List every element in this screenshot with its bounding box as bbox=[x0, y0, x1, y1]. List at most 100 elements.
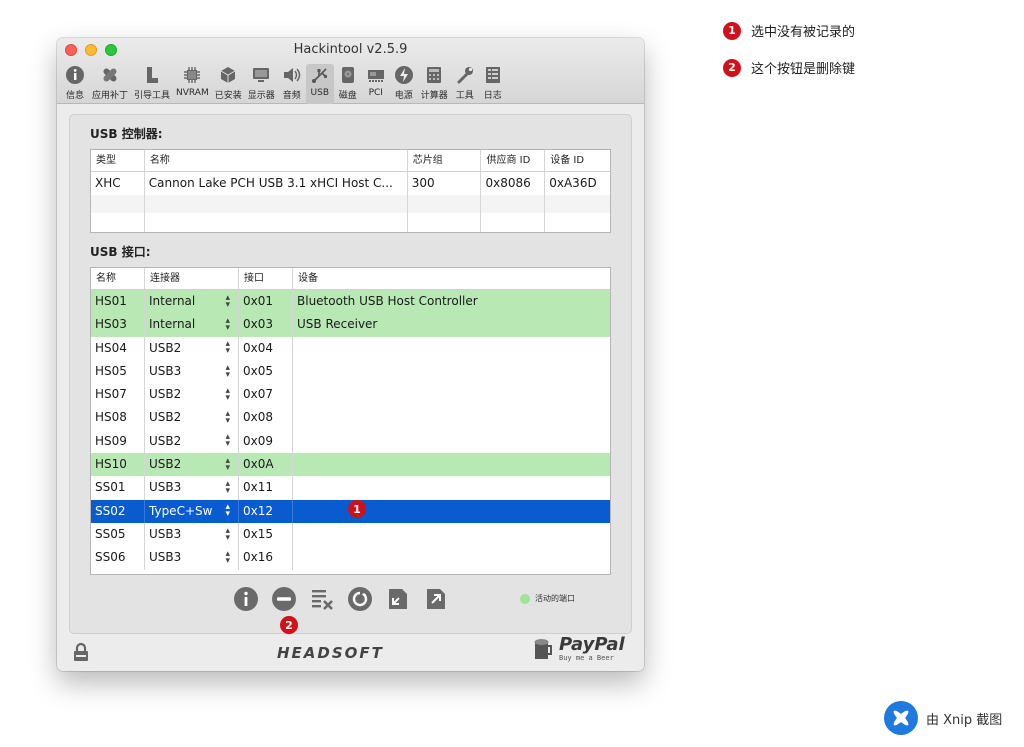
info-icon bbox=[64, 64, 86, 86]
refresh-icon bbox=[348, 587, 372, 611]
port-name: HS09 bbox=[91, 429, 145, 454]
tab-usb[interactable]: USB bbox=[305, 64, 334, 104]
port-address: 0x04 bbox=[239, 336, 293, 360]
port-device bbox=[293, 406, 610, 429]
table-row[interactable]: HS03 Internal ▴ ▾ 0x03 USB Receiver bbox=[91, 313, 610, 337]
column-header[interactable]: 连接器 bbox=[145, 268, 239, 289]
table-row[interactable]: XHC Cannon Lake PCH USB 3.1 xHCI Host C.… bbox=[91, 172, 610, 196]
connector-value: USB3 bbox=[149, 526, 182, 541]
connector-value: USB2 bbox=[149, 457, 182, 472]
tab-boot[interactable]: 引导工具 bbox=[131, 64, 173, 104]
connector-select[interactable]: TypeC+Sw ▴ ▾ bbox=[145, 499, 239, 523]
ports-header: 名称 连接器 接口 设备 bbox=[91, 268, 610, 290]
controllers-header: 类型 名称 芯片组 供应商 ID 设备 ID bbox=[91, 150, 610, 172]
connector-select[interactable]: USB2 ▴ ▾ bbox=[145, 406, 239, 430]
chevron-updown-icon: ▴ ▾ bbox=[225, 362, 230, 380]
table-row[interactable]: HS01 Internal ▴ ▾ 0x01 Bluetooth USB Host Con… bbox=[91, 290, 610, 314]
tab-pci[interactable]: PCI bbox=[362, 64, 390, 104]
table-row[interactable]: HS07 USB2 ▴ ▾ 0x07 bbox=[91, 383, 610, 407]
table-row[interactable]: HS10 USB2 ▴ ▾ 0x0A bbox=[91, 453, 610, 477]
tab-patch[interactable]: 应用补丁 bbox=[89, 64, 131, 104]
watermark-text: 由 Xnip 截图 bbox=[926, 712, 1003, 728]
tab-tools[interactable]: 工具 bbox=[451, 64, 479, 104]
port-device bbox=[293, 523, 610, 546]
table-row[interactable]: HS09 USB2 ▴ ▾ 0x09 bbox=[91, 429, 610, 454]
connector-select[interactable]: Internal ▴ ▾ bbox=[145, 290, 239, 314]
table-row[interactable]: SS01 USB3 ▴ ▾ 0x11 bbox=[91, 476, 610, 500]
active-port-legend: 活动的端口 bbox=[520, 593, 575, 604]
connector-select[interactable]: USB3 ▴ ▾ bbox=[145, 359, 239, 384]
refresh-button[interactable] bbox=[346, 585, 374, 613]
column-header[interactable]: 设备 bbox=[293, 268, 610, 289]
port-device bbox=[293, 430, 610, 453]
port-name: HS04 bbox=[91, 336, 145, 360]
tab-disk[interactable]: 磁盘 bbox=[334, 64, 362, 104]
controllers-title: USB 控制器: bbox=[90, 127, 163, 141]
tab-audio[interactable]: 音频 bbox=[278, 64, 306, 104]
port-device bbox=[293, 546, 610, 569]
connector-select[interactable]: USB2 ▴ ▾ bbox=[145, 383, 239, 407]
table-row[interactable]: HS04 USB2 ▴ ▾ 0x04 bbox=[91, 336, 610, 360]
port-address: 0x11 bbox=[239, 476, 293, 500]
note-number: 1 bbox=[723, 21, 741, 40]
table-row-empty bbox=[91, 213, 610, 232]
column-header[interactable]: 类型 bbox=[91, 150, 145, 171]
clear-button[interactable] bbox=[308, 585, 336, 613]
import-button[interactable] bbox=[384, 585, 412, 613]
tab-power[interactable]: 电源 bbox=[390, 64, 418, 104]
table-row[interactable]: HS08 USB2 ▴ ▾ 0x08 bbox=[91, 406, 610, 430]
usb-panel: USB 控制器: 类型 名称 芯片组 供应商 ID 设备 ID XHC Cann… bbox=[69, 114, 632, 634]
tab-info[interactable]: 信息 bbox=[61, 64, 89, 104]
tab-label: 已安装 bbox=[214, 91, 242, 101]
column-header[interactable]: 名称 bbox=[145, 150, 408, 171]
column-header[interactable]: 设备 ID bbox=[545, 150, 610, 171]
ports-table: 名称 连接器 接口 设备 HS01 Internal ▴ ▾ 0x01 Bluetooth… bbox=[90, 267, 611, 575]
annotation-note-2: 2 这个按钮是删除键 bbox=[723, 58, 855, 77]
column-header[interactable]: 芯片组 bbox=[408, 150, 482, 171]
connector-value: Internal bbox=[149, 317, 196, 332]
xnip-logo-icon bbox=[884, 701, 918, 735]
column-header[interactable]: 名称 bbox=[91, 268, 145, 289]
table-row[interactable]: SS06 USB3 ▴ ▾ 0x16 bbox=[91, 546, 610, 570]
port-address: 0x08 bbox=[239, 406, 293, 430]
paypal-button[interactable]: PayPal Buy me a Beer bbox=[533, 636, 625, 662]
tab-label: 电源 bbox=[394, 91, 413, 101]
column-header[interactable]: 供应商 ID bbox=[481, 150, 546, 171]
info-button[interactable] bbox=[232, 585, 260, 613]
beer-icon bbox=[534, 639, 552, 659]
delete-port-button[interactable] bbox=[270, 585, 298, 613]
port-name: SS01 bbox=[91, 476, 145, 500]
calculator-icon bbox=[423, 64, 445, 86]
export-icon bbox=[427, 589, 445, 609]
chevron-updown-icon: ▴ ▾ bbox=[225, 525, 230, 543]
port-address: 0x16 bbox=[239, 546, 293, 570]
connector-select[interactable]: USB2 ▴ ▾ bbox=[145, 453, 239, 477]
tab-label: PCI bbox=[368, 88, 383, 98]
connector-select[interactable]: USB3 ▴ ▾ bbox=[145, 546, 239, 570]
usb-icon bbox=[309, 64, 331, 86]
export-button[interactable] bbox=[422, 585, 450, 613]
table-row[interactable]: HS05 USB3 ▴ ▾ 0x05 bbox=[91, 359, 610, 384]
tab-nvram[interactable]: NVRAM bbox=[173, 64, 212, 104]
tab-label: 音频 bbox=[282, 91, 301, 101]
chevron-updown-icon: ▴ ▾ bbox=[225, 315, 230, 333]
table-row[interactable]: SS05 USB3 ▴ ▾ 0x15 bbox=[91, 522, 610, 547]
tab-log[interactable]: 日志 bbox=[479, 64, 507, 104]
connector-select[interactable]: Internal ▴ ▾ bbox=[145, 313, 239, 337]
wrench-icon bbox=[454, 64, 476, 86]
port-name: SS05 bbox=[91, 522, 145, 547]
headsoft-logo[interactable]: HEADSOFT bbox=[277, 644, 384, 662]
tab-calculator[interactable]: 计算器 bbox=[418, 64, 451, 104]
connector-select[interactable]: USB2 ▴ ▾ bbox=[145, 336, 239, 360]
tab-installed[interactable]: 已安装 bbox=[212, 64, 245, 104]
tab-label: 工具 bbox=[455, 91, 474, 101]
chevron-updown-icon: ▴ ▾ bbox=[225, 502, 230, 520]
connector-select[interactable]: USB3 ▴ ▾ bbox=[145, 476, 239, 500]
column-header[interactable]: 接口 bbox=[239, 268, 293, 289]
tab-display[interactable]: 显示器 bbox=[245, 64, 278, 104]
annotation-note-1: 1 选中没有被记录的 bbox=[723, 21, 855, 40]
table-row-empty bbox=[91, 195, 610, 214]
connector-select[interactable]: USB3 ▴ ▾ bbox=[145, 522, 239, 547]
connector-select[interactable]: USB2 ▴ ▾ bbox=[145, 429, 239, 454]
lock-icon[interactable] bbox=[71, 642, 91, 666]
